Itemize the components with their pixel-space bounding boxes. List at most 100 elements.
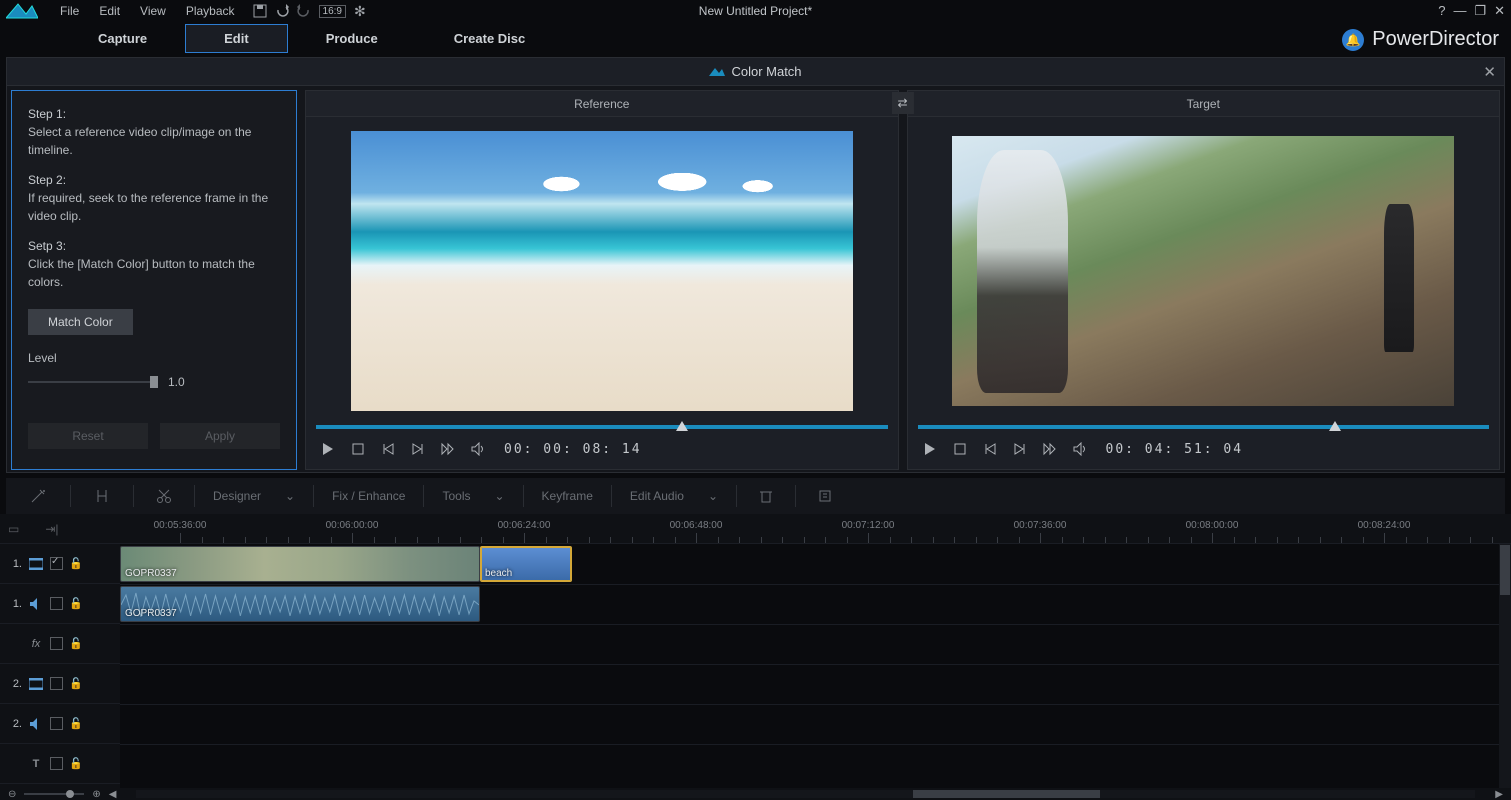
reference-scrubber[interactable]: [316, 425, 888, 429]
clip-gopr0337-audio[interactable]: GOPR0337: [120, 586, 480, 622]
settings-icon[interactable]: ✻: [354, 3, 366, 20]
zoom-out-icon[interactable]: ⊖: [8, 789, 16, 800]
ruler-label: 00:05:36:00: [154, 520, 207, 531]
menu-edit[interactable]: Edit: [89, 2, 130, 20]
tab-create-disc[interactable]: Create Disc: [416, 25, 564, 52]
aspect-ratio-selector[interactable]: 16:9: [319, 5, 346, 18]
ref-prev-frame-icon[interactable]: [378, 439, 398, 459]
lock-icon[interactable]: 🔓: [69, 757, 83, 770]
track-2-video-lane[interactable]: [120, 664, 1499, 704]
magic-tool-icon[interactable]: [16, 484, 62, 508]
ruler-label: 00:07:12:00: [842, 520, 895, 531]
redo-icon[interactable]: [297, 4, 311, 18]
lock-icon[interactable]: 🔓: [69, 597, 83, 610]
cut-tool-icon[interactable]: [142, 484, 186, 508]
tgt-play-icon[interactable]: [920, 439, 940, 459]
tgt-fastfwd-icon[interactable]: [1040, 439, 1060, 459]
tgt-prev-frame-icon[interactable]: [980, 439, 1000, 459]
target-timecode: 00: 04: 51: 04: [1106, 442, 1244, 457]
track-visible-checkbox[interactable]: [50, 757, 63, 770]
track-1-video-lane[interactable]: GOPR0337 beach: [120, 544, 1499, 584]
panel-close-icon[interactable]: ✕: [1483, 63, 1496, 81]
track-fx-header[interactable]: fx🔓: [0, 637, 120, 651]
ref-volume-icon[interactable]: [468, 439, 488, 459]
reference-label: Reference: [306, 91, 898, 117]
trash-icon[interactable]: [745, 484, 787, 508]
clip-gopr0337-video[interactable]: GOPR0337: [120, 546, 480, 582]
level-slider[interactable]: [28, 381, 158, 383]
more-options-icon[interactable]: [804, 484, 846, 508]
ref-next-frame-icon[interactable]: [408, 439, 428, 459]
tab-produce[interactable]: Produce: [288, 25, 416, 52]
scroll-left-icon[interactable]: ◀: [109, 789, 117, 800]
timeline-snap-icon[interactable]: ⇥|: [45, 522, 58, 536]
ref-stop-icon[interactable]: [348, 439, 368, 459]
scroll-right-icon[interactable]: ▶: [1495, 789, 1503, 800]
designer-dropdown[interactable]: Designer ⌄: [203, 485, 305, 507]
save-icon[interactable]: [253, 4, 267, 18]
tools-dropdown[interactable]: Tools ⌄: [432, 485, 514, 507]
menu-bar: File Edit View Playback 16:9 ✻ New Untit…: [0, 0, 1511, 22]
ref-fastfwd-icon[interactable]: [438, 439, 458, 459]
edit-audio-dropdown[interactable]: Edit Audio ⌄: [620, 485, 728, 507]
close-icon[interactable]: ✕: [1494, 3, 1505, 19]
mode-tabs: Capture Edit Produce Create Disc 🔔 Power…: [0, 22, 1511, 54]
track-title-header[interactable]: T🔓: [0, 757, 120, 771]
reset-button[interactable]: Reset: [28, 423, 148, 449]
track-visible-checkbox[interactable]: [50, 677, 63, 690]
apply-button[interactable]: Apply: [160, 423, 280, 449]
tab-capture[interactable]: Capture: [60, 25, 185, 52]
track-2-audio-header[interactable]: 2.🔓: [0, 717, 120, 731]
reference-video[interactable]: [306, 117, 898, 425]
ref-play-icon[interactable]: [318, 439, 338, 459]
clip-beach-selected[interactable]: beach: [480, 546, 572, 582]
timeline-vertical-scrollbar[interactable]: [1499, 544, 1511, 788]
target-scrubber[interactable]: [918, 425, 1490, 429]
time-ruler[interactable]: 00:05:36:0000:06:00:0000:06:24:0000:06:4…: [120, 514, 1511, 544]
lock-icon[interactable]: 🔓: [69, 637, 83, 650]
timeline-mode-icon[interactable]: ▭: [8, 522, 19, 536]
match-color-button[interactable]: Match Color: [28, 309, 133, 335]
menu-view[interactable]: View: [130, 2, 176, 20]
track-fx-lane[interactable]: [120, 624, 1499, 664]
track-visible-checkbox[interactable]: [50, 557, 63, 570]
lock-icon[interactable]: 🔓: [69, 557, 83, 570]
track-headers: ▭ ⇥| 1.🔓 1.🔓 fx🔓 2.🔓 2.🔓 T🔓: [0, 514, 120, 788]
minimize-icon[interactable]: —: [1453, 3, 1466, 19]
split-tool-icon[interactable]: [79, 484, 125, 508]
track-title-lane[interactable]: [120, 744, 1499, 784]
track-1-audio-header[interactable]: 1.🔓: [0, 597, 120, 611]
track-2-audio-lane[interactable]: [120, 704, 1499, 744]
track-visible-checkbox[interactable]: [50, 597, 63, 610]
zoom-slider[interactable]: [24, 793, 84, 795]
fix-enhance-button[interactable]: Fix / Enhance: [322, 485, 415, 507]
tgt-stop-icon[interactable]: [950, 439, 970, 459]
lock-icon[interactable]: 🔓: [69, 677, 83, 690]
track-visible-checkbox[interactable]: [50, 637, 63, 650]
panel-title: Color Match: [709, 64, 801, 79]
zoom-in-icon[interactable]: ⊕: [92, 789, 100, 800]
tab-edit[interactable]: Edit: [185, 24, 288, 53]
swap-icon[interactable]: ⇄: [891, 92, 913, 114]
menu-playback[interactable]: Playback: [176, 2, 245, 20]
reference-view: Reference 00: 00: 08: 14: [305, 90, 899, 470]
track-visible-checkbox[interactable]: [50, 717, 63, 730]
undo-icon[interactable]: [275, 4, 289, 18]
lock-icon[interactable]: 🔓: [69, 717, 83, 730]
tgt-next-frame-icon[interactable]: [1010, 439, 1030, 459]
track-1-audio-lane[interactable]: GOPR0337: [120, 584, 1499, 624]
level-label: Level: [28, 349, 280, 367]
horizontal-scrollbar[interactable]: [136, 790, 1475, 798]
timeline-toolbar: Designer ⌄ Fix / Enhance Tools ⌄ Keyfram…: [6, 478, 1505, 514]
tgt-volume-icon[interactable]: [1070, 439, 1090, 459]
target-video[interactable]: [908, 117, 1500, 425]
maximize-icon[interactable]: ❐: [1474, 3, 1486, 19]
keyframe-button[interactable]: Keyframe: [532, 485, 603, 507]
notification-bell-icon[interactable]: 🔔: [1342, 29, 1364, 51]
track-2-video-header[interactable]: 2.🔓: [0, 677, 120, 691]
track-1-video-header[interactable]: 1.🔓: [0, 557, 120, 571]
help-icon[interactable]: ?: [1438, 3, 1445, 19]
menu-file[interactable]: File: [50, 2, 89, 20]
timeline-content[interactable]: 00:05:36:0000:06:00:0000:06:24:0000:06:4…: [120, 514, 1511, 788]
brand-name: PowerDirector: [1372, 28, 1499, 51]
